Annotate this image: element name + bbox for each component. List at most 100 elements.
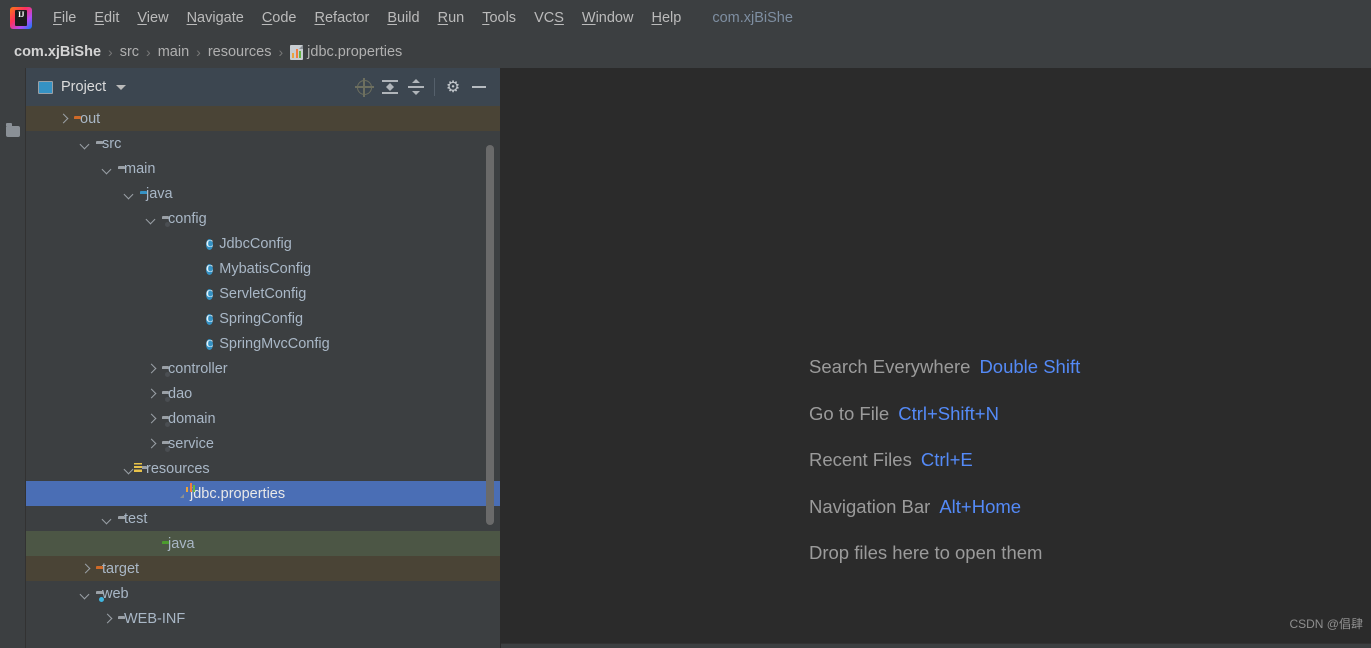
tree-row[interactable]: java — [26, 181, 500, 206]
chevron-right-icon[interactable] — [80, 564, 90, 574]
tree-row[interactable]: config — [26, 206, 500, 231]
chevron-down-icon[interactable] — [102, 514, 112, 524]
tree-row-label: resources — [146, 460, 210, 477]
tree-row[interactable]: src — [26, 131, 500, 156]
menu-item-window[interactable]: Window — [573, 7, 643, 29]
menu-item-file[interactable]: File — [44, 7, 85, 29]
tree-row-icon: C — [206, 285, 214, 303]
chevron-right-icon[interactable] — [146, 364, 156, 374]
shortcut-hint: Drop files here to open them — [809, 542, 1080, 564]
tree-row-label: JdbcConfig — [219, 235, 292, 252]
breadcrumb-separator: › — [146, 44, 151, 60]
crosshair-icon — [354, 77, 374, 97]
bottom-status-strip — [501, 643, 1371, 648]
tree-row[interactable]: dao — [26, 381, 500, 406]
breadcrumb: com.xjBiShe › src › main › resources › j… — [0, 36, 1371, 68]
properties-file-icon — [290, 44, 304, 60]
chevron-down-icon[interactable] — [80, 139, 90, 149]
shortcut-keys-label[interactable]: Ctrl+E — [921, 449, 973, 471]
watermark: CSDN @倡肆 — [1289, 617, 1363, 631]
window-project-title: com.xjBiShe — [712, 10, 793, 26]
tree-row-icon: C — [206, 335, 214, 353]
tree-row-label: java — [146, 185, 173, 202]
tree-row[interactable]: controller — [26, 356, 500, 381]
chevron-down-icon[interactable] — [146, 214, 156, 224]
shortcut-hint: Recent Files Ctrl+E — [809, 449, 1080, 471]
tree-row[interactable]: test — [26, 506, 500, 531]
breadcrumb-root[interactable]: com.xjBiShe — [14, 44, 101, 60]
chevron-right-icon[interactable] — [146, 439, 156, 449]
tree-row[interactable]: C JdbcConfig — [26, 231, 500, 256]
breadcrumb-item-resources[interactable]: resources — [208, 44, 272, 60]
shortcut-action-label: Navigation Bar — [809, 495, 931, 517]
menu-item-build[interactable]: Build — [378, 7, 428, 29]
collapse-all-button[interactable] — [403, 74, 429, 100]
tree-row[interactable]: C MybatisConfig — [26, 256, 500, 281]
tree-row[interactable]: main — [26, 156, 500, 181]
chevron-right-icon[interactable] — [102, 614, 112, 624]
tree-row[interactable]: C SpringMvcConfig — [26, 331, 500, 356]
tree-row[interactable]: WEB-INF — [26, 606, 500, 631]
menu-item-navigate[interactable]: Navigate — [178, 7, 253, 29]
main-area: Project Project ⚙ — [0, 68, 1371, 648]
tree-row-label: jdbc.properties — [190, 485, 286, 502]
tree-row[interactable]: C SpringConfig — [26, 306, 500, 331]
chevron-right-icon[interactable] — [146, 414, 156, 424]
tree-row-icon: C — [206, 235, 214, 253]
shortcut-hint: Navigation Bar Alt+Home — [809, 496, 1080, 518]
shortcut-hint: Go to File Ctrl+Shift+N — [809, 403, 1080, 425]
menu-item-run[interactable]: Run — [429, 7, 474, 29]
breadcrumb-item-main[interactable]: main — [158, 44, 189, 60]
shortcut-keys-label[interactable]: Alt+Home — [939, 496, 1021, 518]
editor-shortcut-hints: Search Everywhere Double Shift Go to File C… — [809, 356, 1080, 589]
project-panel-header: Project ⚙ — [26, 68, 500, 106]
breadcrumb-item-file[interactable]: jdbc.properties — [290, 44, 402, 60]
project-tree[interactable]: out src main java config C JdbcConfig C MybatisC… — [26, 106, 500, 648]
tree-row[interactable]: C ServletConfig — [26, 281, 500, 306]
breadcrumb-item-src[interactable]: src — [120, 44, 139, 60]
menu-item-help[interactable]: Help — [642, 7, 690, 29]
menu-item-edit[interactable]: Edit — [85, 7, 128, 29]
locate-in-tree-button[interactable] — [351, 74, 377, 100]
tree-row-icon: C — [206, 260, 214, 278]
chevron-down-icon[interactable] — [124, 464, 134, 474]
hide-panel-button[interactable] — [466, 74, 492, 100]
chevron-down-icon[interactable] — [116, 84, 127, 90]
chevron-down-icon[interactable] — [124, 189, 134, 199]
project-window-icon — [38, 80, 53, 94]
chevron-down-icon[interactable] — [80, 589, 90, 599]
tree-row[interactable]: web — [26, 581, 500, 606]
java-class-icon: C — [206, 313, 214, 325]
left-tool-strip: Project — [0, 68, 26, 648]
tree-row[interactable]: domain — [26, 406, 500, 431]
breadcrumb-separator: › — [196, 44, 201, 60]
menu-item-code[interactable]: Code — [253, 7, 306, 29]
tree-row[interactable]: resources — [26, 456, 500, 481]
expand-all-button[interactable] — [377, 74, 403, 100]
tree-row-label: src — [102, 135, 122, 152]
menu-item-vcs[interactable]: VCS — [525, 7, 573, 29]
expand-all-icon — [382, 79, 398, 95]
chevron-right-icon[interactable] — [146, 389, 156, 399]
shortcut-keys-label[interactable]: Ctrl+Shift+N — [898, 403, 999, 425]
tree-row[interactable]: target — [26, 556, 500, 581]
tree-row[interactable]: java — [26, 531, 500, 556]
menu-item-view[interactable]: View — [128, 7, 177, 29]
menu-item-refactor[interactable]: Refactor — [306, 7, 379, 29]
tree-row-label: controller — [168, 360, 228, 377]
menu-item-tools[interactable]: Tools — [473, 7, 525, 29]
tree-row[interactable]: jdbc.properties — [26, 481, 500, 506]
tree-row-label: ServletConfig — [219, 285, 307, 302]
chevron-down-icon[interactable] — [102, 164, 112, 174]
tree-row[interactable]: out — [26, 106, 500, 131]
project-tree-scrollbar[interactable] — [486, 145, 494, 525]
tree-row[interactable]: service — [26, 431, 500, 456]
chevron-right-icon[interactable] — [58, 114, 68, 124]
folder-icon[interactable] — [6, 123, 20, 137]
shortcut-keys-label[interactable]: Double Shift — [979, 356, 1080, 378]
menu-bar: IJ File Edit View Navigate Code Refactor Build… — [0, 0, 1371, 36]
intellij-logo-icon: IJ — [10, 7, 32, 29]
settings-button[interactable]: ⚙ — [440, 74, 466, 100]
